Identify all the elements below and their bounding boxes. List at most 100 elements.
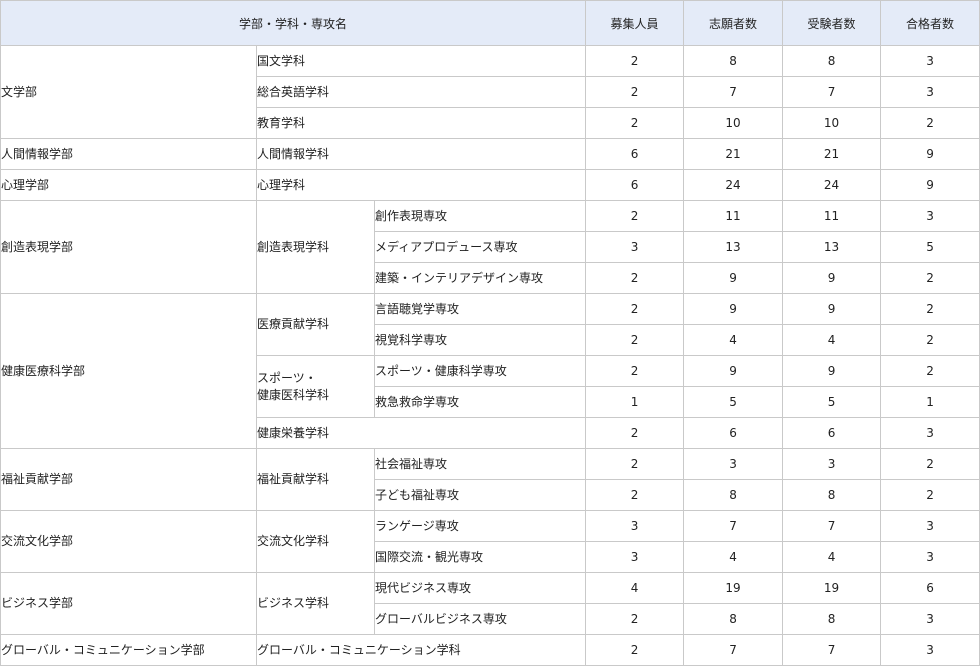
recruit-cell: 2 <box>585 262 685 294</box>
recruit-cell: 3 <box>585 541 685 573</box>
header-applicants: 志願者数 <box>683 0 784 46</box>
passed-cell: 9 <box>880 138 980 170</box>
faculty-cell: 人間情報学部 <box>0 138 257 170</box>
header-recruit: 募集人員 <box>585 0 685 46</box>
faculty-cell: 健康医療科学部 <box>0 293 257 449</box>
recruit-cell: 2 <box>585 76 685 108</box>
table-row: 健康医療科学部 医療貢献学科 言語聴覚学専攻 2 9 9 2 <box>0 293 980 449</box>
passed-cell: 6 <box>880 572 980 604</box>
major-cell: 子ども福祉専攻 <box>373 479 587 511</box>
applicants-cell: 7 <box>683 634 784 666</box>
applicants-cell: 6 <box>683 417 784 449</box>
major-cell: ランゲージ専攻 <box>373 510 587 542</box>
table-row: 心理学部 心理学科 6 24 24 9 <box>0 169 980 201</box>
passed-cell: 2 <box>880 262 980 294</box>
examinees-cell: 11 <box>782 200 882 232</box>
examinees-cell: 21 <box>782 138 882 170</box>
recruit-cell: 2 <box>585 417 685 449</box>
passed-cell: 2 <box>880 355 980 387</box>
applicants-cell: 8 <box>683 603 784 635</box>
examinees-cell: 5 <box>782 386 882 418</box>
examinees-cell: 10 <box>782 107 882 139</box>
table-row: 福祉貢献学部 福祉貢献学科 社会福祉専攻 2 3 3 2 <box>0 448 980 511</box>
recruit-cell: 6 <box>585 169 685 201</box>
dept-cell: 交流文化学科 <box>256 510 375 573</box>
major-cell: 視覚科学専攻 <box>373 324 587 356</box>
applicants-cell: 13 <box>683 231 784 263</box>
passed-cell: 2 <box>880 293 980 325</box>
major-cell: 創作表現専攻 <box>373 200 587 232</box>
dept-label-line2: 健康医科学科 <box>257 387 330 402</box>
passed-cell: 9 <box>880 169 980 201</box>
table-row: 創造表現学部 創造表現学科 創作表現専攻 2 11 11 3 <box>0 200 980 294</box>
dept-cell: 創造表現学科 <box>256 200 375 294</box>
examinees-cell: 7 <box>782 634 882 666</box>
applicants-cell: 3 <box>683 448 784 480</box>
examinees-cell: 4 <box>782 324 882 356</box>
passed-cell: 3 <box>880 634 980 666</box>
passed-cell: 3 <box>880 603 980 635</box>
recruit-cell: 2 <box>585 107 685 139</box>
passed-cell: 2 <box>880 479 980 511</box>
dept-cell: ビジネス学科 <box>256 572 375 635</box>
passed-cell: 2 <box>880 448 980 480</box>
applicants-cell: 7 <box>683 76 784 108</box>
passed-cell: 3 <box>880 510 980 542</box>
examinees-cell: 7 <box>782 510 882 542</box>
major-cell: メディアプロデュース専攻 <box>373 231 587 263</box>
examinees-cell: 9 <box>782 262 882 294</box>
dept-cell: 福祉貢献学科 <box>256 448 375 511</box>
dept-cell: 心理学科 <box>255 169 587 201</box>
applicants-cell: 8 <box>683 45 784 77</box>
recruit-cell: 2 <box>585 479 685 511</box>
passed-cell: 1 <box>880 386 980 418</box>
faculty-cell: 創造表現学部 <box>0 200 257 294</box>
passed-cell: 2 <box>880 107 980 139</box>
examinees-cell: 9 <box>782 293 882 325</box>
dept-cell: 人間情報学科 <box>255 138 587 170</box>
recruit-cell: 2 <box>585 200 685 232</box>
examinees-cell: 13 <box>782 231 882 263</box>
recruit-cell: 2 <box>585 603 685 635</box>
examinees-cell: 24 <box>782 169 882 201</box>
dept-label-line1: スポーツ・ <box>257 370 317 385</box>
table-row: 交流文化学部 交流文化学科 ランゲージ専攻 3 7 7 3 <box>0 510 980 573</box>
dept-cell: グローバル・コミュニケーション学科 <box>255 634 587 666</box>
recruit-cell: 2 <box>585 324 685 356</box>
applicants-cell: 4 <box>683 324 784 356</box>
faculty-cell: 心理学部 <box>0 169 257 201</box>
dept-cell: 総合英語学科 <box>255 76 587 108</box>
table-row: 人間情報学部 人間情報学科 6 21 21 9 <box>0 138 980 170</box>
table-row: グローバル・コミュニケーション学部 グローバル・コミュニケーション学科 2 7 … <box>0 634 980 666</box>
applicants-cell: 11 <box>683 200 784 232</box>
recruit-cell: 3 <box>585 510 685 542</box>
recruit-cell: 2 <box>585 45 685 77</box>
recruit-cell: 2 <box>585 448 685 480</box>
examinees-cell: 8 <box>782 45 882 77</box>
passed-cell: 5 <box>880 231 980 263</box>
passed-cell: 3 <box>880 200 980 232</box>
examinees-cell: 3 <box>782 448 882 480</box>
passed-cell: 3 <box>880 417 980 449</box>
passed-cell: 2 <box>880 324 980 356</box>
faculty-cell: 交流文化学部 <box>0 510 257 573</box>
major-cell: 言語聴覚学専攻 <box>373 293 587 325</box>
major-cell: 社会福祉専攻 <box>373 448 587 480</box>
recruit-cell: 4 <box>585 572 685 604</box>
examinees-cell: 6 <box>782 417 882 449</box>
dept-cell: スポーツ・健康医科学科 <box>256 355 375 418</box>
dept-cell: 医療貢献学科 <box>256 293 375 356</box>
examinees-cell: 4 <box>782 541 882 573</box>
header-row: 学部・学科・専攻名 募集人員 志願者数 受験者数 合格者数 <box>0 0 980 46</box>
applicants-cell: 21 <box>683 138 784 170</box>
examinees-cell: 8 <box>782 603 882 635</box>
table-row: ビジネス学部 ビジネス学科 現代ビジネス専攻 4 19 19 6 <box>0 572 980 635</box>
header-passed: 合格者数 <box>880 0 980 46</box>
recruit-cell: 2 <box>585 355 685 387</box>
major-cell: 建築・インテリアデザイン専攻 <box>373 262 587 294</box>
major-cell: 国際交流・観光専攻 <box>373 541 587 573</box>
passed-cell: 3 <box>880 76 980 108</box>
major-cell: スポーツ・健康科学専攻 <box>373 355 587 387</box>
faculty-cell: 文学部 <box>0 45 257 139</box>
header-name: 学部・学科・専攻名 <box>0 0 587 46</box>
